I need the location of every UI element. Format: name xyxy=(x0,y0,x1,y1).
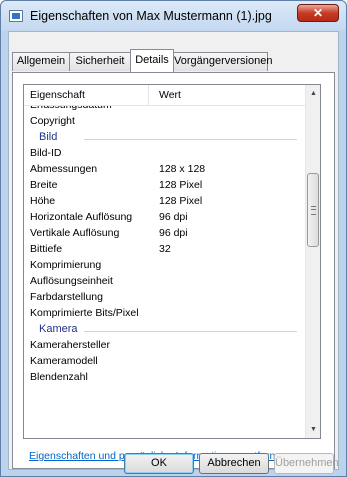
list-header: Eigenschaft Wert xyxy=(24,85,305,106)
group-label: Kamera xyxy=(39,323,78,335)
property-row[interactable]: Bittiefe 32 xyxy=(24,242,305,258)
grip-icon xyxy=(311,206,316,215)
property-row[interactable]: Kameramodell xyxy=(24,354,305,370)
window-title: Eigenschaften von Max Mustermann (1).jpg xyxy=(30,9,272,23)
property-name: Breite xyxy=(30,179,58,191)
property-row[interactable]: Auflösungseinheit xyxy=(24,274,305,290)
vertical-scrollbar[interactable]: ▲ ▼ xyxy=(305,85,320,438)
property-name: Farbdarstellung xyxy=(30,291,103,303)
scroll-thumb[interactable] xyxy=(307,173,319,247)
property-name: Komprimierung xyxy=(30,259,102,271)
property-row[interactable]: Farbdarstellung xyxy=(24,290,305,306)
cancel-button[interactable]: Abbrechen xyxy=(199,453,269,474)
scroll-down-icon[interactable]: ▼ xyxy=(306,421,320,438)
property-value[interactable]: 128 Pixel xyxy=(159,195,202,207)
group-header[interactable]: Kamera xyxy=(24,322,305,338)
title-bar[interactable]: Eigenschaften von Max Mustermann (1).jpg… xyxy=(1,1,346,31)
dialog-client-area: Allgemein Sicherheit Details Vorgängerve… xyxy=(8,31,339,474)
tab-sicherheit[interactable]: Sicherheit xyxy=(69,52,131,71)
property-name: Auflösungseinheit xyxy=(30,275,113,287)
close-button[interactable]: ✕ xyxy=(297,4,339,22)
property-rows: Erfassungsdatum Copyright Bild Bild-ID Abmes… xyxy=(24,105,305,438)
property-row[interactable]: Höhe 128 Pixel xyxy=(24,194,305,210)
property-row[interactable]: Kamerahersteller xyxy=(24,338,305,354)
property-name: Blendenzahl xyxy=(30,371,88,383)
property-value[interactable]: 32 xyxy=(159,243,171,255)
group-label: Bild xyxy=(39,131,58,143)
group-header[interactable]: Bild xyxy=(24,130,305,146)
property-row[interactable]: Abmessungen 128 x 128 xyxy=(24,162,305,178)
property-row[interactable]: Komprimierung xyxy=(24,258,305,274)
properties-window: Eigenschaften von Max Mustermann (1).jpg… xyxy=(0,0,347,477)
property-name: Kamerahersteller xyxy=(30,339,110,351)
property-name: Abmessungen xyxy=(30,163,98,175)
tab-details[interactable]: Details xyxy=(130,49,174,72)
property-name: Bittiefe xyxy=(30,243,63,255)
property-row[interactable]: Copyright xyxy=(24,114,305,130)
property-value[interactable]: 128 Pixel xyxy=(159,179,202,191)
property-name: Horizontale Auflösung xyxy=(30,211,133,223)
property-row[interactable]: Horizontale Auflösung 96 dpi xyxy=(24,210,305,226)
property-name: Copyright xyxy=(30,115,75,127)
group-separator xyxy=(84,139,297,140)
property-name: Höhe xyxy=(30,195,56,207)
property-row[interactable]: Blendenzahl xyxy=(24,370,305,386)
group-separator xyxy=(84,331,297,332)
ok-button[interactable]: OK xyxy=(124,453,194,474)
scroll-up-icon[interactable]: ▲ xyxy=(306,85,320,102)
property-list[interactable]: Eigenschaft Wert Erfassungsdatum Copyrigh… xyxy=(23,84,321,439)
property-name: Vertikale Auflösung xyxy=(30,227,120,239)
tab-allgemein[interactable]: Allgemein xyxy=(12,52,70,71)
property-row[interactable]: Vertikale Auflösung 96 dpi xyxy=(24,226,305,242)
property-value[interactable]: 128 x 128 xyxy=(159,163,205,175)
column-header-property[interactable]: Eigenschaft xyxy=(30,89,85,101)
tab-vorgaengerversionen[interactable]: Vorgängerversionen xyxy=(173,52,272,71)
column-header-value[interactable]: Wert xyxy=(159,89,181,101)
property-row[interactable]: Breite 128 Pixel xyxy=(24,178,305,194)
details-panel: Eigenschaft Wert Erfassungsdatum Copyrigh… xyxy=(12,72,335,469)
property-name: Komprimierte Bits/Pixel xyxy=(30,307,139,319)
property-value[interactable]: 96 dpi xyxy=(159,211,188,223)
image-file-icon xyxy=(9,10,23,22)
property-row[interactable]: Erfassungsdatum xyxy=(24,105,305,114)
property-row[interactable]: Bild-ID xyxy=(24,146,305,162)
property-name: Kameramodell xyxy=(30,355,98,367)
apply-button[interactable]: Übernehmen xyxy=(274,453,339,474)
property-value[interactable]: 96 dpi xyxy=(159,227,188,239)
property-name: Bild-ID xyxy=(30,147,62,159)
column-divider[interactable] xyxy=(148,85,149,105)
property-row[interactable]: Komprimierte Bits/Pixel xyxy=(24,306,305,322)
